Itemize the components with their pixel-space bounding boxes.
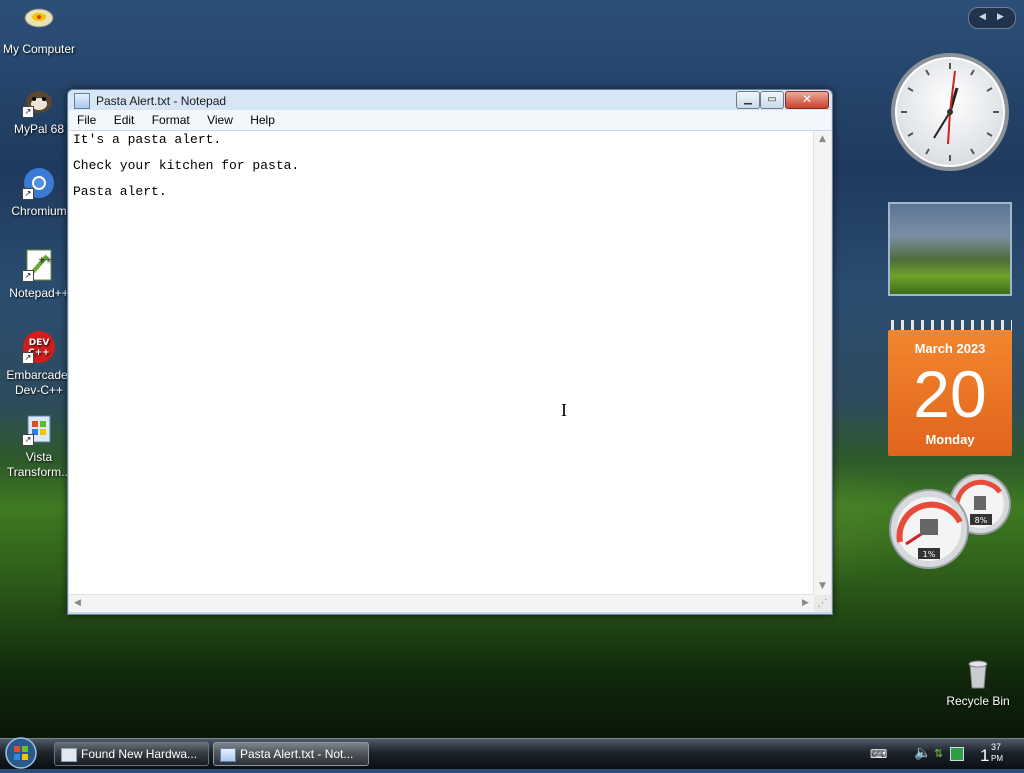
- desktop-icon-label: Recycle Bin: [946, 694, 1010, 708]
- close-icon: ✕: [801, 92, 813, 106]
- slideshow-gadget[interactable]: [888, 202, 1012, 296]
- memory-meter-value: 8%: [975, 516, 988, 525]
- menu-help[interactable]: Help: [242, 110, 281, 127]
- shortcut-arrow-icon: ↗: [22, 270, 34, 282]
- taskbar-button-label: Pasta Alert.txt - Not...: [240, 747, 354, 761]
- scroll-left-icon[interactable]: ◀: [69, 595, 86, 612]
- clock-gadget[interactable]: [889, 51, 1011, 173]
- dev-cpp-icon: DEV C++ ↗: [22, 330, 56, 364]
- menu-bar: File Edit Format View Help: [69, 110, 831, 131]
- shortcut-arrow-icon: ↗: [22, 434, 34, 446]
- sidebar-navigation: ◀ ▶: [968, 7, 1016, 29]
- desktop-icon-recycle-bin[interactable]: Recycle Bin: [938, 656, 1018, 708]
- svg-text:++: ++: [38, 255, 51, 264]
- notepad-plus-plus-icon: ++ ↗: [22, 248, 56, 282]
- mypal-icon: ↗: [22, 84, 56, 118]
- windows-orb-icon: [5, 737, 37, 769]
- text-line: It's a pasta alert.: [73, 132, 222, 147]
- meter-gauges-icon: 8% 1%: [889, 473, 1011, 569]
- window-title: Pasta Alert.txt - Notepad: [96, 94, 227, 108]
- shortcut-arrow-icon: ↗: [22, 188, 34, 200]
- menu-edit[interactable]: Edit: [106, 110, 141, 127]
- desktop-icon-label: My Computer: [2, 42, 76, 56]
- desktop-icon-my-computer[interactable]: My Computer: [0, 4, 79, 57]
- chromium-icon: ↗: [22, 166, 56, 200]
- title-bar[interactable]: Pasta Alert.txt - Notepad ▁ ▭ ✕: [68, 90, 832, 110]
- calendar-gadget[interactable]: March 2023 20 Monday: [888, 320, 1012, 456]
- minimize-icon: ▁: [744, 94, 752, 105]
- calendar-weekday: Monday: [925, 432, 975, 447]
- start-button[interactable]: [0, 736, 42, 770]
- security-icon[interactable]: [950, 747, 964, 761]
- text-content[interactable]: It's a pasta alert. Check your kitchen f…: [73, 132, 811, 594]
- menu-format[interactable]: Format: [144, 110, 196, 127]
- notepad-window[interactable]: Pasta Alert.txt - Notepad ▁ ▭ ✕ File Edi…: [67, 89, 833, 615]
- taskbar: Found New Hardwa... Pasta Alert.txt - No…: [0, 736, 1024, 770]
- horizontal-scrollbar[interactable]: ◀ ▶: [69, 594, 814, 612]
- text-line: Check your kitchen for pasta.: [73, 158, 300, 173]
- clock-ampm: PM: [991, 754, 1003, 763]
- taskbar-button-found-new-hardware[interactable]: Found New Hardwa...: [54, 742, 209, 766]
- menu-view[interactable]: View: [199, 110, 239, 127]
- svg-text:DEV: DEV: [29, 338, 50, 348]
- shortcut-arrow-icon: ↗: [22, 106, 34, 118]
- close-button[interactable]: ✕: [785, 91, 829, 109]
- text-editor[interactable]: It's a pasta alert. Check your kitchen f…: [69, 131, 831, 612]
- scroll-up-icon[interactable]: ▲: [814, 131, 831, 148]
- sidebar-next-icon[interactable]: ▶: [997, 12, 1004, 22]
- clock-face-icon: [891, 53, 1009, 171]
- clock-minutes: 37: [991, 742, 1002, 752]
- recycle-bin-icon: [961, 656, 995, 690]
- network-icon[interactable]: ⇅: [934, 747, 943, 760]
- window-icon: [61, 748, 77, 762]
- maximize-button[interactable]: ▭: [760, 91, 784, 109]
- menu-file[interactable]: File: [69, 110, 102, 127]
- taskbar-button-label: Found New Hardwa...: [81, 747, 198, 761]
- cpu-meter-gadget[interactable]: 8% 1%: [888, 473, 1014, 570]
- taskbar-button-notepad[interactable]: Pasta Alert.txt - Not...: [213, 742, 369, 766]
- vista-transform-icon: ↗: [22, 412, 56, 446]
- text-line: Pasta alert.: [73, 184, 167, 199]
- resize-grip-icon[interactable]: ⋰: [814, 595, 831, 612]
- notepad-icon: [220, 748, 236, 762]
- calendar-day: 20: [913, 357, 987, 431]
- maximize-icon: ▭: [767, 94, 777, 105]
- calendar-page: March 2023 20 Monday: [888, 330, 1012, 456]
- scroll-down-icon[interactable]: ▼: [814, 578, 831, 595]
- volume-icon[interactable]: 🔈: [914, 745, 931, 761]
- text-cursor-icon: I: [561, 400, 567, 420]
- clock-hour: 1: [980, 746, 990, 765]
- cpu-meter-value: 1%: [923, 550, 936, 559]
- shortcut-arrow-icon: ↗: [22, 352, 34, 364]
- keyboard-icon[interactable]: ⌨: [870, 747, 887, 761]
- sidebar-prev-icon[interactable]: ◀: [979, 12, 986, 22]
- notepad-app-icon: [74, 93, 90, 109]
- scroll-right-icon[interactable]: ▶: [797, 595, 814, 612]
- minimize-button[interactable]: ▁: [736, 91, 760, 109]
- my-computer-icon: [22, 4, 56, 38]
- vertical-scrollbar[interactable]: ▲ ▼: [813, 131, 831, 595]
